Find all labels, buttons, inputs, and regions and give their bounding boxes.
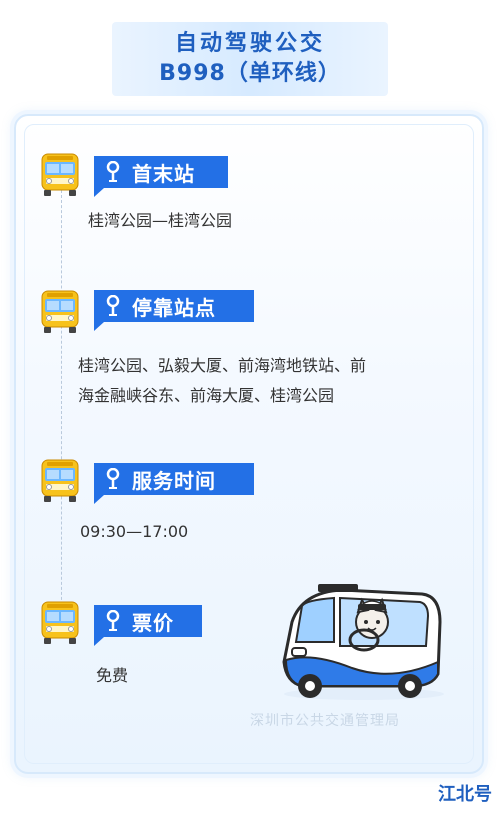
section-heading-label: 票价 [132, 610, 174, 635]
terminals-text: 桂湾公园—桂湾公园 [88, 211, 233, 230]
bus-illustration [282, 584, 444, 700]
corner-logo: 江北号 [438, 784, 492, 805]
fare-text: 免费 [96, 666, 129, 685]
map-pin-icon [106, 161, 120, 182]
page-title: 自动驾驶公交 [174, 31, 325, 56]
route-name: B998（单环线） [159, 61, 341, 86]
map-pin-icon [106, 610, 120, 631]
hours-text: 09:30—17:00 [80, 522, 189, 541]
watermark: 深圳市公共交通管理局 [250, 713, 400, 729]
section-heading-hours: 服务时间 [94, 463, 254, 504]
heading-tail [94, 637, 104, 646]
map-pin-icon [106, 468, 120, 489]
bus-front-icon [41, 459, 79, 502]
section-heading-label: 停靠站点 [132, 295, 216, 320]
map-pin-icon [106, 295, 120, 316]
section-heading-stops: 停靠站点 [94, 290, 254, 331]
section-heading-label: 服务时间 [132, 468, 216, 493]
bus-front-icon [41, 153, 79, 196]
stops-text-line1: 桂湾公园、弘毅大厦、前海湾地铁站、前 [78, 356, 367, 375]
section-heading-terminals: 首末站 [94, 156, 228, 197]
section-heading-label: 首末站 [132, 161, 195, 186]
stops-text-line2: 海金融峡谷东、前海大厦、桂湾公园 [78, 386, 335, 405]
heading-tail [94, 495, 104, 504]
timeline-dashed-line [61, 190, 62, 620]
bus-front-icon [41, 290, 79, 333]
heading-tail [94, 188, 104, 197]
section-heading-fare: 票价 [94, 605, 202, 646]
title-banner: 自动驾驶公交 B998（单环线） [112, 22, 388, 96]
heading-tail [94, 322, 104, 331]
bus-front-icon [41, 601, 79, 644]
